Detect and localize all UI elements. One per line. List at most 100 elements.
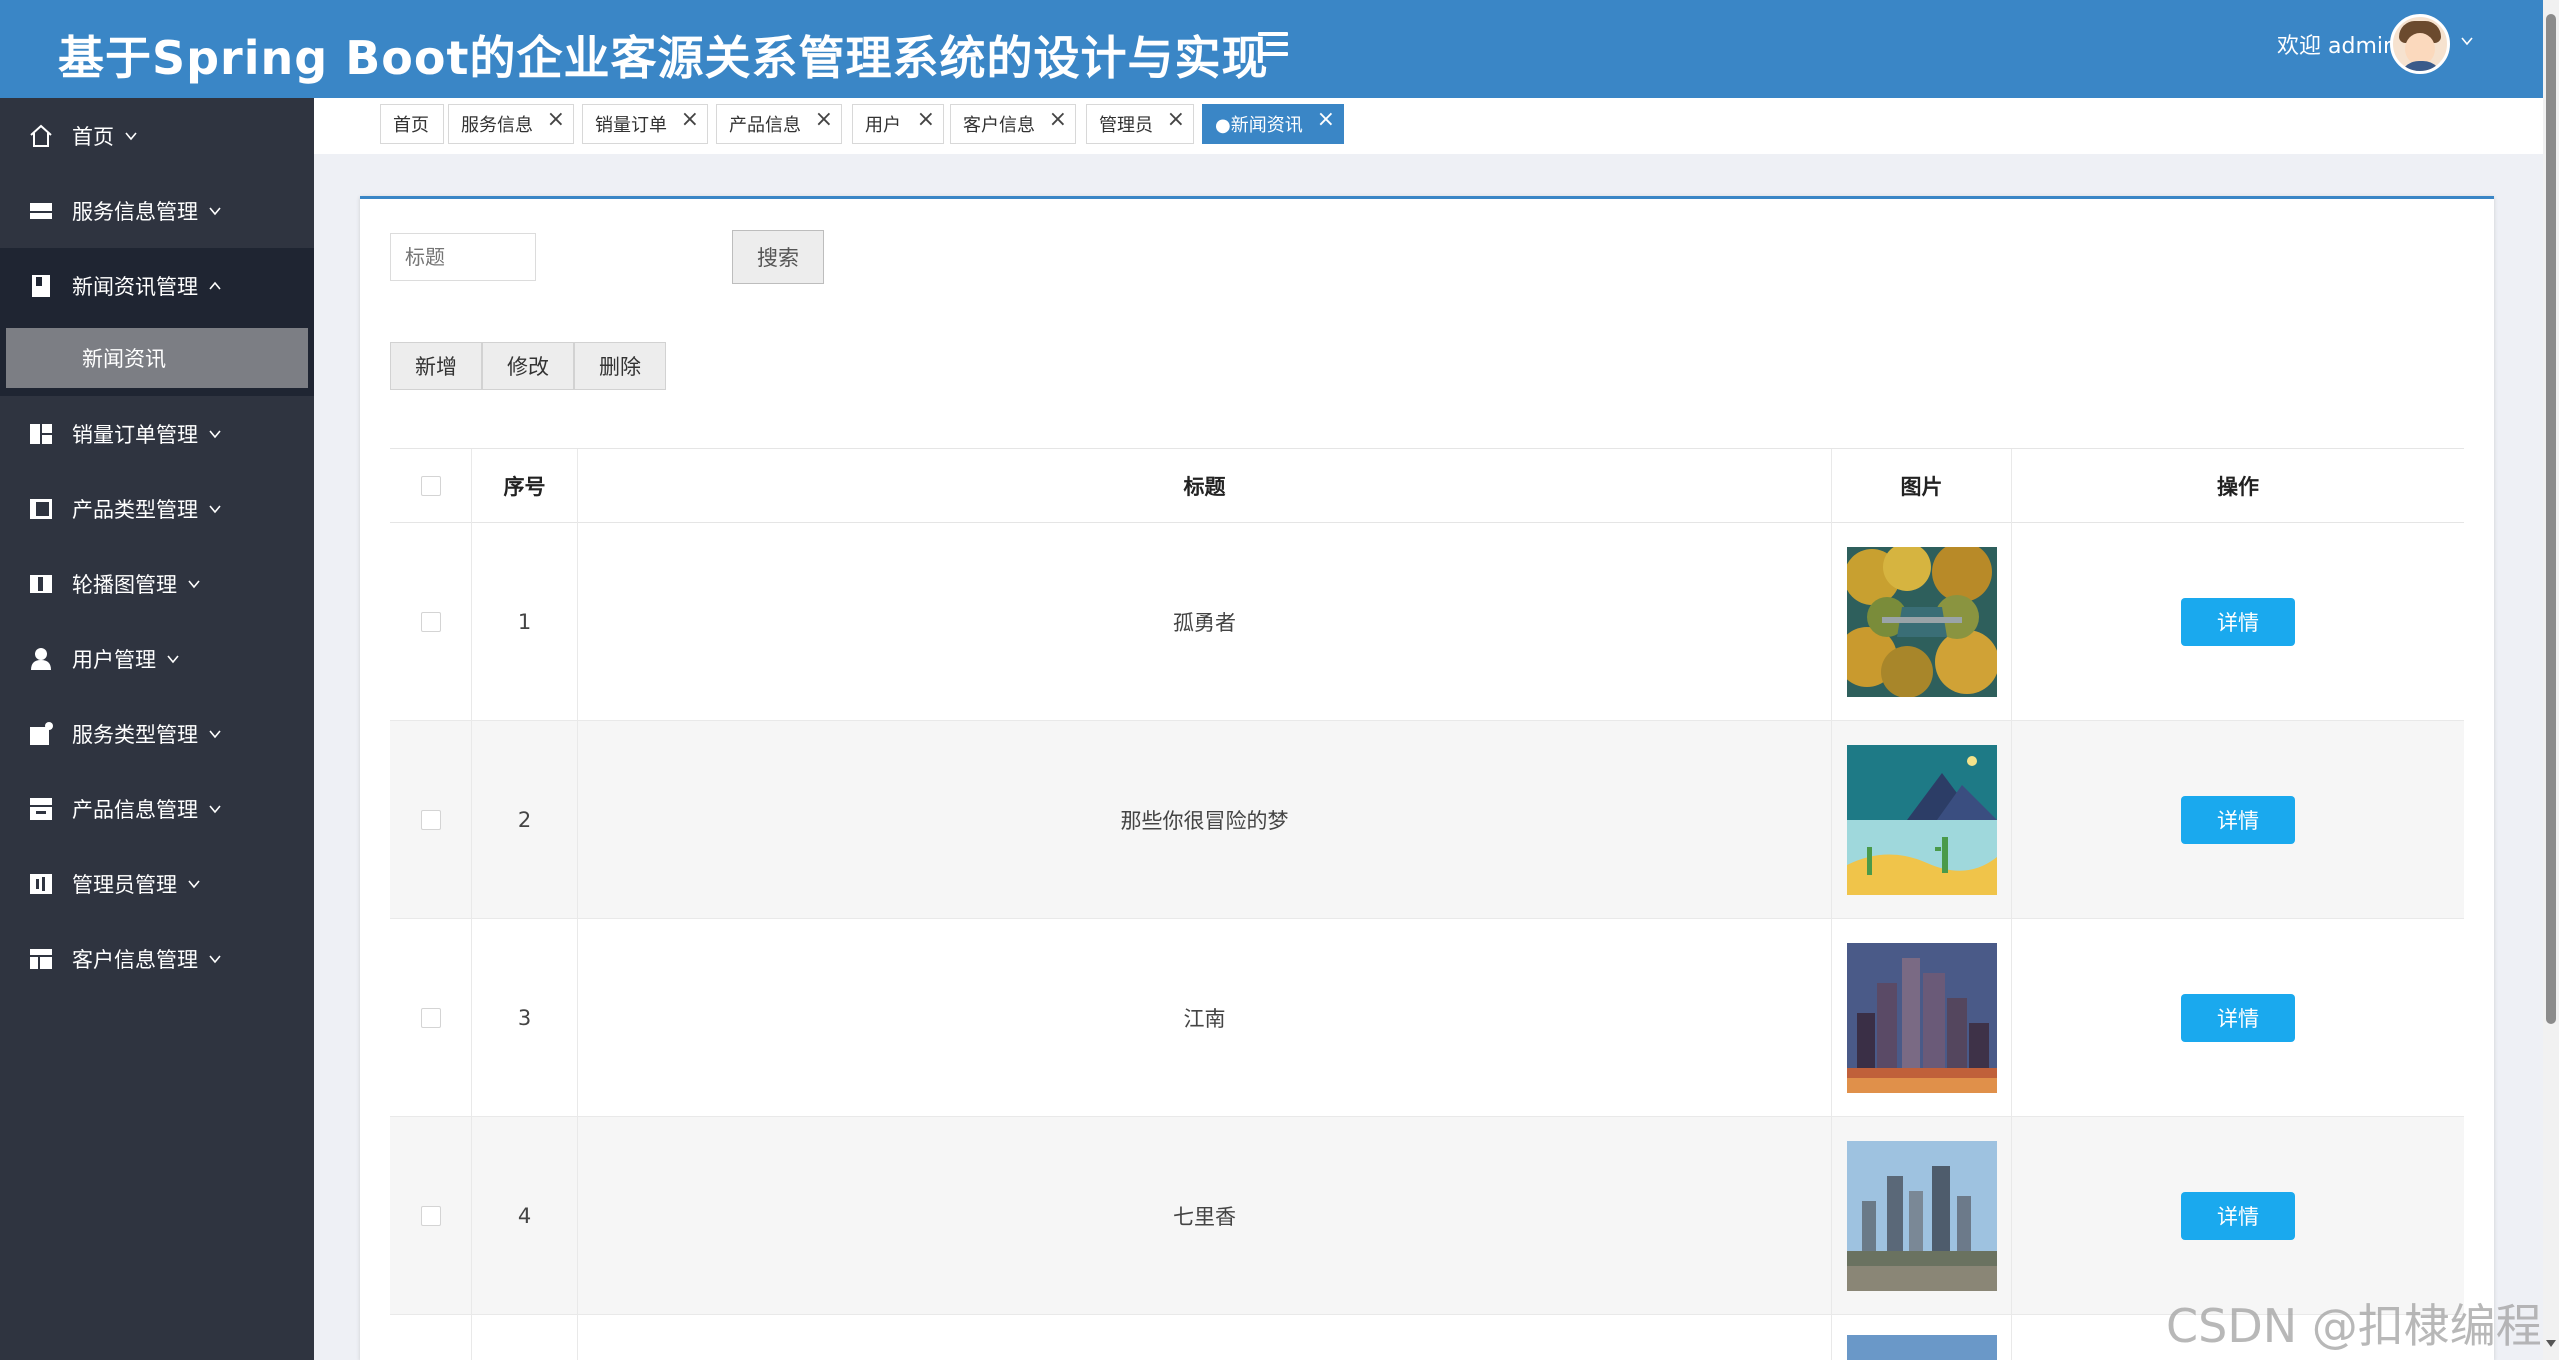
sidebar-item-label: 客户信息管理: [72, 947, 198, 972]
carousel-icon: [30, 574, 52, 593]
scrollbar[interactable]: [2543, 0, 2559, 1360]
column-header-index: 序号: [472, 449, 578, 523]
row-image-cell: [1832, 919, 2012, 1117]
tab-home[interactable]: 首页: [380, 104, 444, 144]
chevron-down-icon: [167, 654, 179, 663]
row-title: 那些你很冒险的梦: [578, 721, 1832, 919]
row-index: 1: [472, 523, 578, 721]
row-checkbox[interactable]: [420, 1008, 441, 1028]
sidebar-item-label: 销量订单管理: [72, 422, 198, 447]
chevron-down-icon: [125, 131, 137, 140]
sidebar-item-label: 管理员管理: [72, 872, 177, 897]
tab-label: 首页: [393, 115, 429, 136]
close-icon[interactable]: ×: [1049, 107, 1067, 132]
row-checkbox[interactable]: [420, 1206, 441, 1226]
sidebar-item-orders[interactable]: 销量订单管理: [0, 396, 314, 471]
tab-service-info[interactable]: 服务信息 ×: [448, 104, 574, 144]
close-icon[interactable]: ×: [547, 107, 565, 132]
close-icon[interactable]: ×: [1317, 107, 1335, 132]
close-icon[interactable]: ×: [681, 107, 699, 132]
tab-label: 服务信息: [461, 115, 533, 136]
sidebar-item-label: 轮播图管理: [72, 572, 177, 597]
tab-label: 管理员: [1099, 115, 1153, 136]
chevron-down-icon: [209, 954, 221, 963]
tab-product-info[interactable]: 产品信息 ×: [716, 104, 842, 144]
chevron-down-icon: [209, 504, 221, 513]
close-icon[interactable]: ×: [1167, 107, 1185, 132]
select-all-checkbox[interactable]: [420, 476, 441, 496]
chevron-down-icon[interactable]: [2460, 34, 2474, 48]
row-action-cell: 详情: [2012, 721, 2464, 919]
sidebar-item-service-info[interactable]: 服务信息管理: [0, 173, 314, 248]
product-info-icon: [30, 797, 52, 820]
row-title: 江南: [578, 919, 1832, 1117]
table-row: 4 七里香 详情: [390, 1117, 2464, 1315]
news-table: 序号 标题 图片 操作 1 孤勇者 详情 2 那些你很冒险的梦 详情 3 江南 …: [390, 448, 2464, 1360]
chevron-down-icon: [188, 579, 200, 588]
row-title: 孤勇者: [578, 523, 1832, 721]
sidebar-item-users[interactable]: 用户管理: [0, 621, 314, 696]
title-search-input[interactable]: [390, 233, 536, 281]
detail-button[interactable]: 详情: [2181, 598, 2295, 646]
sidebar-item-customers[interactable]: 客户信息管理: [0, 921, 314, 996]
tab-customers[interactable]: 客户信息 ×: [950, 104, 1076, 144]
detail-button[interactable]: 详情: [2181, 1192, 2295, 1240]
close-icon[interactable]: ×: [917, 107, 935, 132]
tabs-bar: 首页 服务信息 × 销量订单 × 产品信息 × 用户 × 客户信息 × 管理员 × ●新闻资…: [314, 98, 2543, 154]
tab-admins[interactable]: 管理员 ×: [1086, 104, 1194, 144]
column-header-title: 标题: [578, 449, 1832, 523]
tab-label: ●新闻资讯: [1215, 115, 1303, 136]
avatar[interactable]: [2390, 14, 2450, 74]
row-checkbox[interactable]: [420, 612, 441, 632]
detail-button[interactable]: 详情: [2181, 994, 2295, 1042]
add-button[interactable]: 新增: [390, 342, 482, 390]
tab-orders[interactable]: 销量订单 ×: [582, 104, 708, 144]
sidebar-item-label: 用户管理: [72, 647, 156, 672]
row-checkbox[interactable]: [420, 810, 441, 830]
sidebar-item-label: 服务类型管理: [72, 722, 198, 747]
forest-road-aerial-image: [1846, 547, 1997, 697]
detail-button[interactable]: 详情: [2181, 796, 2295, 844]
welcome-text: 欢迎 admin: [2277, 34, 2397, 59]
tab-label: 用户: [865, 115, 901, 136]
row-select-cell: [390, 1315, 472, 1360]
user-icon: [31, 647, 51, 670]
sidebar-subitem-news[interactable]: 新闻资讯: [6, 328, 308, 388]
sidebar: 首页 服务信息管理 新闻资讯管理 新闻资讯 销量订单管理 产品类型管理 轮播图管…: [0, 98, 314, 1360]
product-type-icon: [30, 498, 52, 519]
order-icon: [30, 423, 52, 444]
sidebar-item-news[interactable]: 新闻资讯管理: [0, 248, 314, 323]
row-index: 3: [472, 919, 578, 1117]
tab-users[interactable]: 用户 ×: [852, 104, 944, 144]
scroll-down-arrow-icon[interactable]: [2546, 1340, 2556, 1347]
row-index: 4: [472, 1117, 578, 1315]
row-select-cell: [390, 523, 472, 721]
row-select-cell: [390, 1117, 472, 1315]
tab-news[interactable]: ●新闻资讯 ×: [1202, 104, 1344, 144]
menu-toggle-icon[interactable]: [1258, 32, 1288, 60]
tab-label: 销量订单: [595, 115, 667, 136]
select-all-cell: [390, 449, 472, 523]
watermark: CSDN @扣棣编程: [2166, 1299, 2542, 1353]
service-type-icon: [30, 721, 53, 745]
row-image-cell: [1832, 523, 2012, 721]
sidebar-item-admin[interactable]: 管理员管理: [0, 846, 314, 921]
search-button[interactable]: 搜索: [732, 230, 824, 284]
delete-button[interactable]: 删除: [574, 342, 666, 390]
sidebar-item-product-type[interactable]: 产品类型管理: [0, 471, 314, 546]
sidebar-item-carousel[interactable]: 轮播图管理: [0, 546, 314, 621]
sidebar-item-home[interactable]: 首页: [0, 98, 314, 173]
row-select-cell: [390, 919, 472, 1117]
table-header: 序号 标题 图片 操作: [390, 449, 2464, 523]
sidebar-item-service-type[interactable]: 服务类型管理: [0, 696, 314, 771]
row-image-cell: [1832, 1315, 2012, 1360]
table-row: 2 那些你很冒险的梦 详情: [390, 721, 2464, 919]
row-select-cell: [390, 721, 472, 919]
chevron-down-icon: [209, 206, 221, 215]
admin-icon: [30, 873, 52, 894]
column-header-action: 操作: [2217, 475, 2259, 499]
close-icon[interactable]: ×: [815, 107, 833, 132]
sidebar-item-product-info[interactable]: 产品信息管理: [0, 771, 314, 846]
edit-button[interactable]: 修改: [482, 342, 574, 390]
scrollbar-thumb[interactable]: [2546, 14, 2556, 1024]
